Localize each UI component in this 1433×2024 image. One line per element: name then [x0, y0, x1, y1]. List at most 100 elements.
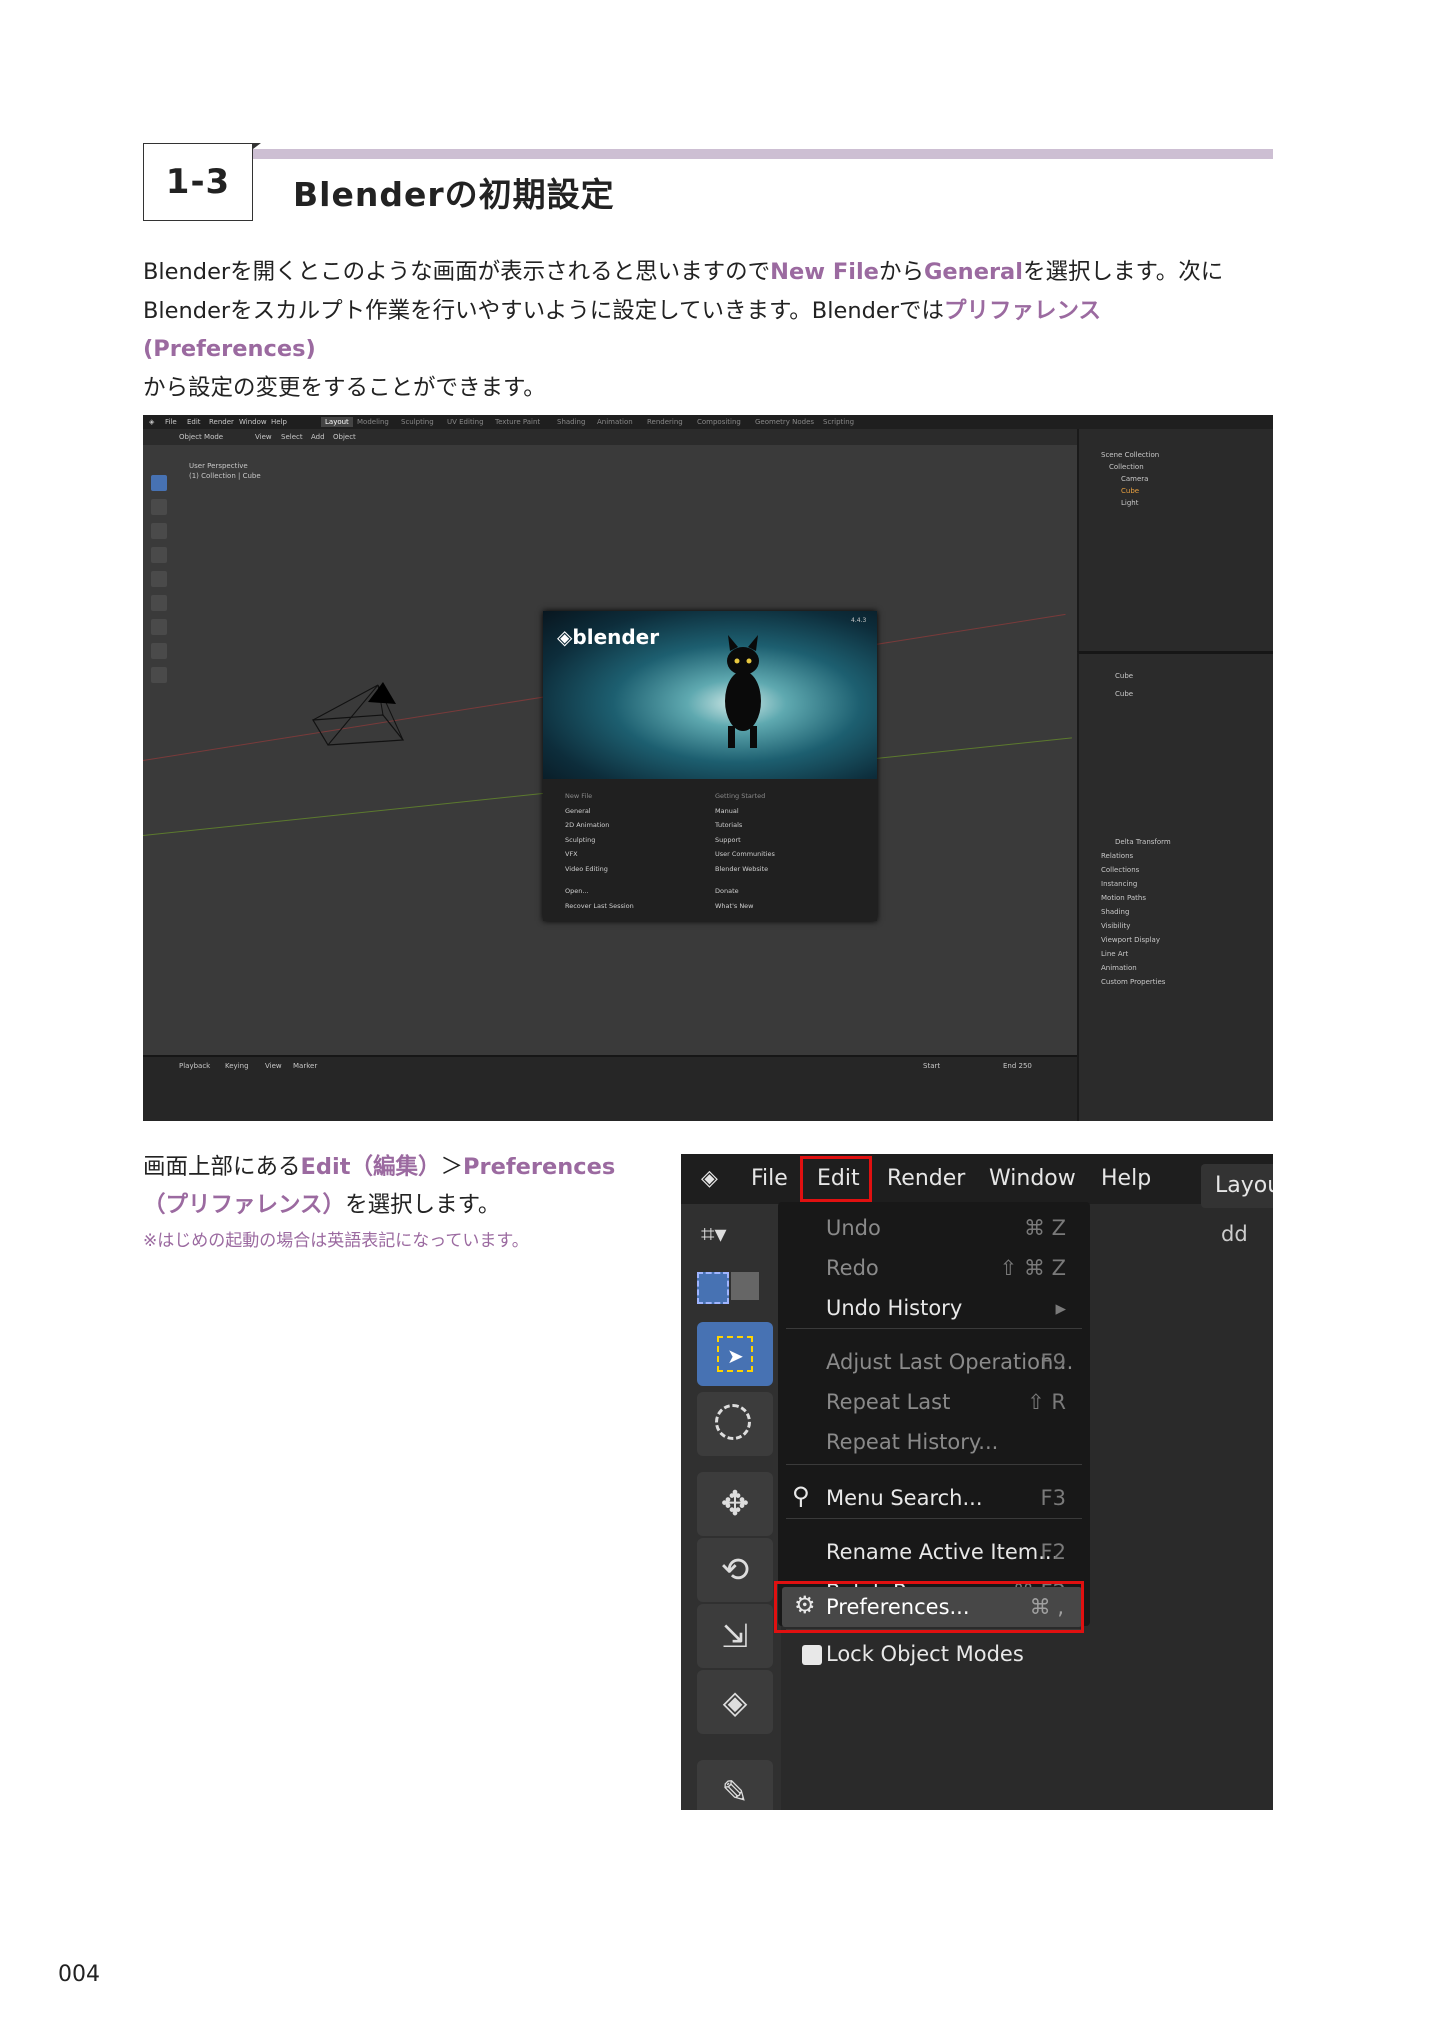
menu-adjust-last[interactable]: Adjust Last Operation...	[826, 1350, 1073, 1374]
timeline-playback[interactable]: Playback	[179, 1062, 210, 1070]
viewport-label: User Perspective	[189, 462, 248, 470]
outliner-light[interactable]: Light	[1121, 499, 1138, 507]
menu-help[interactable]: Help	[271, 418, 287, 426]
select-tool-icon[interactable]: ➤	[697, 1322, 773, 1386]
tab-layout[interactable]: Layout	[321, 417, 353, 427]
new-sculpting[interactable]: Sculpting	[565, 833, 634, 848]
tab-sculpting[interactable]: Sculpting	[401, 418, 434, 426]
new-vfx[interactable]: VFX	[565, 847, 634, 862]
menu-help[interactable]: Help	[1101, 1154, 1151, 1204]
link-tutorials[interactable]: Tutorials	[715, 818, 775, 833]
tab-scripting[interactable]: Scripting	[823, 418, 854, 426]
tab-geometry-nodes[interactable]: Geometry Nodes	[755, 418, 814, 426]
tab-uv-editing[interactable]: UV Editing	[447, 418, 484, 426]
panel-instancing[interactable]: Instancing	[1101, 880, 1137, 888]
panel-delta-transform[interactable]: Delta Transform	[1115, 838, 1171, 846]
tab-modeling[interactable]: Modeling	[357, 418, 389, 426]
menu-redo[interactable]: Redo	[826, 1256, 879, 1280]
mode-select[interactable]: Object Mode	[179, 433, 223, 441]
p2-text: 画面上部にある	[143, 1154, 301, 1180]
select-extend-icon[interactable]	[731, 1272, 759, 1300]
tab-compositing[interactable]: Compositing	[697, 418, 741, 426]
menu-repeat-history[interactable]: Repeat History...	[826, 1430, 998, 1454]
menu-search[interactable]: Menu Search...	[826, 1486, 983, 1510]
panel-collections[interactable]: Collections	[1101, 866, 1139, 874]
annotate-tool-icon[interactable]: ✎	[697, 1760, 773, 1810]
panel-viewport-display[interactable]: Viewport Display	[1101, 936, 1160, 944]
panel-line-art[interactable]: Line Art	[1101, 950, 1128, 958]
timeline-start[interactable]: Start	[923, 1062, 940, 1070]
outliner-collection[interactable]: Collection	[1109, 463, 1144, 471]
menu-file[interactable]: File	[165, 418, 177, 426]
transform-tool-icon[interactable]: ◈	[697, 1670, 773, 1734]
move-tool-icon[interactable]: ✥	[697, 1472, 773, 1536]
menu-edit[interactable]: Edit	[187, 418, 201, 426]
move-tool[interactable]	[151, 523, 167, 539]
panel-custom-properties[interactable]: Custom Properties	[1101, 978, 1165, 986]
timeline-marker[interactable]: Marker	[293, 1062, 317, 1070]
link-donate[interactable]: Donate	[715, 884, 775, 899]
menu-window[interactable]: Window	[239, 418, 267, 426]
header-add[interactable]: Add	[311, 433, 325, 441]
menu-lock-object-modes[interactable]: Lock Object Modes	[826, 1642, 1024, 1666]
link-support[interactable]: Support	[715, 833, 775, 848]
outliner-cube[interactable]: Cube	[1121, 487, 1139, 495]
header-select[interactable]: Select	[281, 433, 303, 441]
scale-tool[interactable]	[151, 571, 167, 587]
scale-tool-icon[interactable]: ⇲	[697, 1604, 773, 1668]
select-box-icon[interactable]	[697, 1272, 729, 1304]
rotate-tool[interactable]	[151, 547, 167, 563]
tab-texture-paint[interactable]: Texture Paint	[495, 418, 540, 426]
new-2d-animation[interactable]: 2D Animation	[565, 818, 634, 833]
menu-file[interactable]: File	[751, 1154, 788, 1204]
link-manual[interactable]: Manual	[715, 804, 775, 819]
tab-rendering[interactable]: Rendering	[647, 418, 683, 426]
menu-repeat-last[interactable]: Repeat Last	[826, 1390, 950, 1414]
preferences-highlight-box	[774, 1581, 1084, 1633]
link-blender-website[interactable]: Blender Website	[715, 862, 775, 877]
menu-undo-history[interactable]: Undo History	[826, 1296, 962, 1320]
checkbox-icon[interactable]	[802, 1645, 822, 1665]
tab-layout[interactable]: Layou	[1201, 1164, 1273, 1208]
header-view[interactable]: View	[255, 433, 272, 441]
outliner-scene-collection[interactable]: Scene Collection	[1101, 451, 1159, 459]
menu-separator	[786, 1328, 1082, 1329]
panel-animation[interactable]: Animation	[1101, 964, 1137, 972]
cursor-tool[interactable]	[151, 499, 167, 515]
menu-render[interactable]: Render	[209, 418, 234, 426]
timeline-keying[interactable]: Keying	[225, 1062, 249, 1070]
shortcut-rename-active: F2	[1040, 1540, 1066, 1564]
panel-motion-paths[interactable]: Motion Paths	[1101, 894, 1146, 902]
tab-animation[interactable]: Animation	[597, 418, 633, 426]
menu-rename-active[interactable]: Rename Active Item...	[826, 1540, 1058, 1564]
props-object-field[interactable]: Cube	[1115, 690, 1133, 698]
recover-session[interactable]: Recover Last Session	[565, 899, 634, 914]
annotate-tool[interactable]	[151, 619, 167, 635]
timeline-end[interactable]: End 250	[1003, 1062, 1032, 1070]
panel-relations[interactable]: Relations	[1101, 852, 1133, 860]
editor-type-icon[interactable]: ⌗▾	[701, 1220, 747, 1254]
link-whats-new[interactable]: What's New	[715, 899, 775, 914]
measure-tool[interactable]	[151, 643, 167, 659]
menu-window[interactable]: Window	[989, 1154, 1076, 1204]
panel-shading[interactable]: Shading	[1101, 908, 1129, 916]
new-video-editing[interactable]: Video Editing	[565, 862, 634, 877]
timeline-view[interactable]: View	[265, 1062, 282, 1070]
outliner-camera[interactable]: Camera	[1121, 475, 1148, 483]
menu-render[interactable]: Render	[887, 1154, 965, 1204]
transform-tool[interactable]	[151, 595, 167, 611]
header-object[interactable]: Object	[333, 433, 356, 441]
panel-visibility[interactable]: Visibility	[1101, 922, 1130, 930]
new-general[interactable]: General	[565, 804, 634, 819]
add-cube-tool[interactable]	[151, 667, 167, 683]
blender-logo-icon[interactable]: ◈	[701, 1154, 718, 1204]
cursor-tool-icon[interactable]	[697, 1392, 773, 1456]
tab-shading[interactable]: Shading	[557, 418, 585, 426]
open-file[interactable]: Open...	[565, 884, 634, 899]
highlight-preferences-ja: （プリファレンス）	[143, 1192, 346, 1218]
rotate-tool-icon[interactable]: ⟲	[697, 1538, 773, 1602]
menu-undo[interactable]: Undo	[826, 1216, 881, 1240]
intro-paragraph: Blenderを開くとこのような画面が表示されると思いますのでNew Fileか…	[143, 253, 1273, 407]
link-user-communities[interactable]: User Communities	[715, 847, 775, 862]
select-tool[interactable]	[151, 475, 167, 491]
